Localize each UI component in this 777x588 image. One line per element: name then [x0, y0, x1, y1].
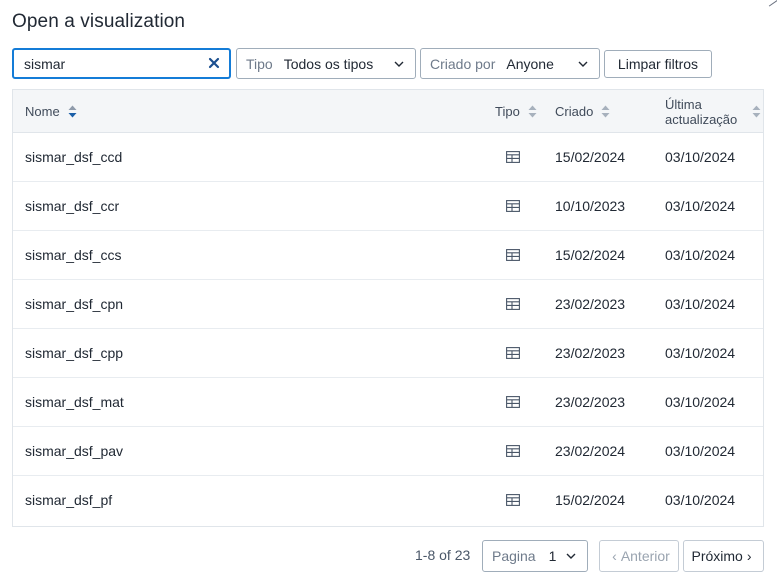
row-name: sismar_dsf_ccr	[25, 198, 120, 214]
column-header-created[interactable]: Criado	[555, 90, 610, 133]
previous-page-label: Anterior	[620, 548, 670, 564]
row-type	[506, 182, 520, 230]
type-filter-prefix: Tipo	[246, 55, 273, 72]
table-icon	[506, 347, 520, 359]
table-icon	[506, 200, 520, 212]
creator-filter-select[interactable]: Criado por Anyone	[420, 48, 600, 79]
table-row[interactable]: sismar_dsf_ccr 10/10/2023 03/10/2024	[13, 182, 763, 231]
table-row[interactable]: sismar_dsf_ccs 15/02/2024 03/10/2024	[13, 231, 763, 280]
chevron-right-icon: ›	[746, 548, 752, 564]
table-icon	[506, 445, 520, 457]
table-row[interactable]: sismar_dsf_mat 23/02/2023 03/10/2024	[13, 378, 763, 427]
table-icon	[506, 494, 520, 506]
table-row[interactable]: sismar_dsf_cpp 23/02/2023 03/10/2024	[13, 329, 763, 378]
row-created: 15/02/2024	[555, 492, 626, 508]
dialog-title: Open a visualization	[12, 11, 186, 32]
column-header-name-label: Nome	[25, 104, 60, 119]
column-header-updated[interactable]: Última actualização	[665, 90, 761, 133]
row-name: sismar_dsf_ccs	[25, 247, 122, 263]
table-header: Nome Tipo Criado Última actualização	[13, 90, 763, 133]
clear-search-icon[interactable]	[207, 56, 221, 70]
page-select-label: Pagina	[492, 548, 536, 564]
row-type	[506, 280, 520, 328]
row-type	[506, 133, 520, 181]
table-row[interactable]: sismar_dsf_pav 23/02/2024 03/10/2024	[13, 427, 763, 476]
row-updated: 03/10/2024	[665, 149, 736, 165]
creator-filter-value: Anyone	[506, 55, 554, 72]
column-header-type-label: Tipo	[495, 104, 520, 119]
column-header-updated-label: Última actualização	[665, 96, 738, 127]
row-name: sismar_dsf_cpp	[25, 345, 124, 361]
row-created: 15/02/2024	[555, 247, 626, 263]
chevron-down-icon	[578, 61, 588, 67]
type-filter-value: Todos os tipos	[283, 55, 374, 72]
chevron-left-icon: ‹	[612, 548, 617, 564]
table-icon	[506, 151, 520, 163]
creator-filter-prefix: Criado por	[430, 55, 496, 72]
row-created: 23/02/2023	[555, 394, 626, 410]
row-updated: 03/10/2024	[665, 345, 736, 361]
pagination-range: 1-8 of 23	[415, 547, 471, 563]
row-updated: 03/10/2024	[665, 394, 736, 410]
table-row[interactable]: sismar_dsf_pf 15/02/2024 03/10/2024	[13, 476, 763, 525]
row-name: sismar_dsf_pf	[25, 492, 113, 508]
row-created: 15/02/2024	[555, 149, 626, 165]
next-page-label: Próximo	[691, 548, 743, 564]
row-type	[506, 476, 520, 524]
next-page-button[interactable]: Próximo ›	[683, 540, 764, 572]
sort-icon	[68, 105, 77, 118]
row-updated: 03/10/2024	[665, 198, 736, 214]
window-corner	[768, 0, 777, 14]
column-header-created-label: Criado	[555, 104, 594, 119]
row-created: 23/02/2024	[555, 443, 626, 459]
column-header-type[interactable]: Tipo	[495, 90, 537, 133]
row-type	[506, 427, 520, 475]
row-type	[506, 329, 520, 377]
chevron-down-icon	[394, 61, 404, 67]
page-select-value: 1	[548, 548, 557, 564]
row-type	[506, 378, 520, 426]
type-filter-select[interactable]: Tipo Todos os tipos	[236, 48, 416, 79]
row-name: sismar_dsf_mat	[25, 394, 124, 410]
row-updated: 03/10/2024	[665, 443, 736, 459]
table-row[interactable]: sismar_dsf_cpn 23/02/2023 03/10/2024	[13, 280, 763, 329]
clear-filters-button[interactable]: Limpar filtros	[604, 50, 712, 78]
row-updated: 03/10/2024	[665, 296, 736, 312]
column-header-name[interactable]: Nome	[25, 90, 77, 133]
table-row[interactable]: sismar_dsf_ccd 15/02/2024 03/10/2024	[13, 133, 763, 182]
row-updated: 03/10/2024	[665, 492, 736, 508]
search-input[interactable]	[24, 55, 194, 73]
table-icon	[506, 298, 520, 310]
previous-page-button[interactable]: ‹ Anterior	[599, 540, 679, 572]
row-updated: 03/10/2024	[665, 247, 736, 263]
visualizations-table: Nome Tipo Criado Última actualização sis…	[12, 89, 764, 527]
row-name: sismar_dsf_ccd	[25, 149, 123, 165]
chevron-down-icon	[566, 553, 576, 559]
row-name: sismar_dsf_cpn	[25, 296, 124, 312]
search-field[interactable]	[12, 48, 231, 79]
sort-icon	[528, 105, 537, 118]
row-name: sismar_dsf_pav	[25, 443, 124, 459]
sort-icon	[601, 105, 610, 118]
row-created: 23/02/2023	[555, 296, 626, 312]
table-icon	[506, 249, 520, 261]
sort-icon	[752, 105, 761, 118]
row-created: 10/10/2023	[555, 198, 626, 214]
row-created: 23/02/2023	[555, 345, 626, 361]
row-type	[506, 231, 520, 279]
table-icon	[506, 396, 520, 408]
page-select[interactable]: Pagina 1	[482, 540, 588, 572]
